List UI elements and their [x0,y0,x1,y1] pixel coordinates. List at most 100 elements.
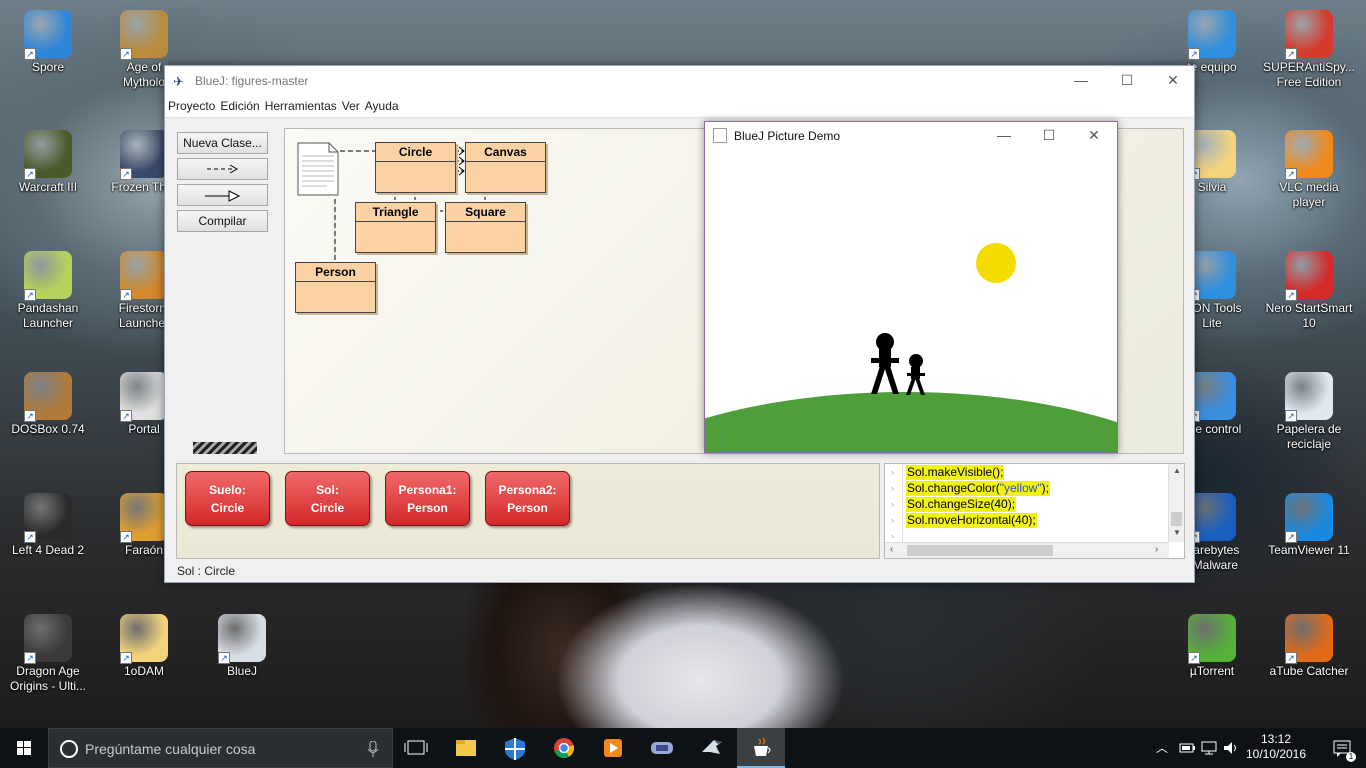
scroll-right-icon[interactable]: › [1155,544,1158,555]
person-2 [906,354,925,395]
readme-document-icon[interactable] [297,142,339,196]
desktop-icon-label: 1oDAM [123,664,164,678]
task-view-icon [404,740,428,755]
bluej-bird-icon: ✈ [173,74,184,89]
menu-edicion[interactable]: Edición [217,96,261,116]
desktop-icon-pandashan[interactable]: ↗ Pandashan Launcher [2,245,94,331]
shortcut-arrow-icon: ↗ [120,410,132,422]
task-view-button[interactable] [392,728,440,768]
start-button[interactable] [0,728,48,768]
compile-button[interactable]: Compilar [177,210,268,232]
bluej-titlebar[interactable]: ✈ BlueJ: figures-master — ☐ ✕ [165,66,1194,96]
menu-ver[interactable]: Ver [339,96,362,116]
person-1 [871,333,899,394]
class-circle[interactable]: Circle [375,142,456,193]
scroll-up-icon[interactable]: ▲ [1173,466,1181,475]
taskbar-media-player[interactable] [589,728,637,768]
dragon-age-icon: ↗ [24,614,72,664]
desktop-icon-vlc[interactable]: ↗ VLC media player [1263,124,1355,210]
shortcut-arrow-icon: ↗ [120,531,132,543]
scroll-left-icon[interactable]: ‹ [890,544,893,555]
minimize-button[interactable]: — [1058,66,1104,96]
code-pad[interactable]: › › › › › Sol.makeVisible(); Sol.changeColor… [884,463,1185,559]
demo-minimize-button[interactable]: — [981,122,1027,150]
object-sol[interactable]: Sol: Circle [285,471,370,526]
desktop-icon-bluej[interactable]: ↗ BlueJ [196,608,288,679]
class-triangle[interactable]: Triangle [355,202,436,253]
shortcut-arrow-icon: ↗ [120,168,132,180]
shortcut-arrow-icon: ↗ [1188,48,1200,60]
age-of-mythology-icon: ↗ [120,10,168,60]
menu-ayuda[interactable]: Ayuda [362,96,401,116]
taskbar-security[interactable] [491,728,539,768]
code-pad-horizontal-scrollbar[interactable]: ‹ › [885,542,1169,558]
desktop-icon-warcraft-iii[interactable]: ↗ Warcraft III [2,124,94,195]
java-icon [713,128,727,143]
shortcut-arrow-icon: ↗ [24,652,36,664]
class-canvas[interactable]: Canvas [465,142,546,193]
desktop-icon-superantispyware[interactable]: ↗ SUPERAntiSpy... Free Edition [1263,4,1355,90]
code-pad-vertical-scrollbar[interactable]: ▲ ▼ [1168,464,1184,542]
desktop-icon-left-4-dead-2[interactable]: ↗ Left 4 Dead 2 [2,487,94,558]
inheritance-arrow-button[interactable] [177,184,268,206]
desktop-icon-dragon-age[interactable]: ↗ Dragon Age Origins - Ulti... [2,608,94,694]
desktop-icon-label: SUPERAntiSpy... Free Edition [1263,60,1355,89]
1odam-icon: ↗ [120,614,168,664]
picture-demo-titlebar[interactable]: BlueJ Picture Demo — ☐ ✕ [705,122,1117,150]
desktop-icon-label: Left 4 Dead 2 [11,543,85,557]
desktop-icon-utorrent[interactable]: ↗ µTorrent [1166,608,1258,679]
menu-proyecto[interactable]: Proyecto [165,96,217,116]
battery-icon[interactable] [1178,740,1196,756]
desktop-icon-atube-catcher[interactable]: ↗ aTube Catcher [1263,608,1355,679]
scroll-thumb[interactable] [1171,512,1182,526]
uses-arrow-button[interactable] [177,158,268,180]
object-suelo[interactable]: Suelo: Circle [185,471,270,526]
desktop-icon-label: Age of Mytholo [122,60,166,89]
object-persona1[interactable]: Persona1: Person [385,471,470,526]
desktop-icon-papelera[interactable]: ↗ Papelera de reciclaje [1263,366,1355,452]
este-equipo-icon: ↗ [1188,10,1236,60]
desktop-icon-label: Papelera de reciclaje [1276,422,1342,451]
media-player-icon [604,739,622,757]
daemon-tools-icon: ↗ [1188,251,1236,301]
desktop-icon-nero[interactable]: ↗ Nero StartSmart 10 [1263,245,1355,331]
shortcut-arrow-icon: ↗ [1285,289,1297,301]
clock[interactable]: 13:12 10/10/2016 [1244,732,1308,762]
desktop-icon-spore[interactable]: ↗ Spore [2,4,94,75]
menu-herramientas[interactable]: Herramientas [262,96,339,116]
pandashan-icon: ↗ [24,251,72,301]
scroll-down-icon[interactable]: ▼ [1173,528,1181,537]
class-square[interactable]: Square [445,202,526,253]
bluej-icon: ↗ [218,614,266,664]
close-button[interactable]: ✕ [1150,66,1196,96]
desktop-icon-label: BlueJ [226,664,258,678]
menu-bar: Proyecto Edición Herramientas Ver Ayuda [165,96,1194,118]
object-persona2[interactable]: Persona2: Person [485,471,570,526]
taskbar-gamepad-app[interactable] [638,728,686,768]
cortana-circle-icon [60,740,78,758]
desktop-icon-dosbox[interactable]: ↗ DOSBox 0.74 [2,366,94,437]
frozen-throne-icon: ↗ [120,130,168,180]
class-person[interactable]: Person [295,262,376,313]
new-class-button[interactable]: Nueva Clase... [177,132,268,154]
taskbar-file-explorer[interactable] [442,728,490,768]
show-hidden-icons-icon[interactable]: ︿ [1156,739,1168,756]
volume-icon[interactable] [1222,740,1240,756]
teamviewer-icon: ↗ [1285,493,1333,543]
desktop-icon-teamviewer[interactable]: ↗ TeamViewer 11 [1263,487,1355,558]
scroll-thumb[interactable] [907,545,1053,556]
desktop-icon-label: Dragon Age Origins - Ulti... [9,664,86,693]
desktop-icon-1odam[interactable]: ↗ 1oDAM [98,608,190,679]
microphone-icon[interactable] [367,741,379,757]
demo-maximize-button[interactable]: ☐ [1026,122,1072,150]
network-icon[interactable] [1200,740,1218,756]
maximize-button[interactable]: ☐ [1104,66,1150,96]
cortana-search-box[interactable]: Pregúntame cualquier cosa [48,728,393,768]
demo-close-button[interactable]: ✕ [1071,122,1117,150]
taskbar-java-app[interactable] [737,728,785,768]
panel-control-icon: ↗ [1188,372,1236,422]
picture-demo-window[interactable]: BlueJ Picture Demo — ☐ ✕ [704,121,1118,453]
taskbar: Pregúntame cualquier cosa ︿ 13:12 10/10/… [0,728,1366,768]
taskbar-chrome[interactable] [540,728,588,768]
taskbar-bluej[interactable] [688,728,736,768]
